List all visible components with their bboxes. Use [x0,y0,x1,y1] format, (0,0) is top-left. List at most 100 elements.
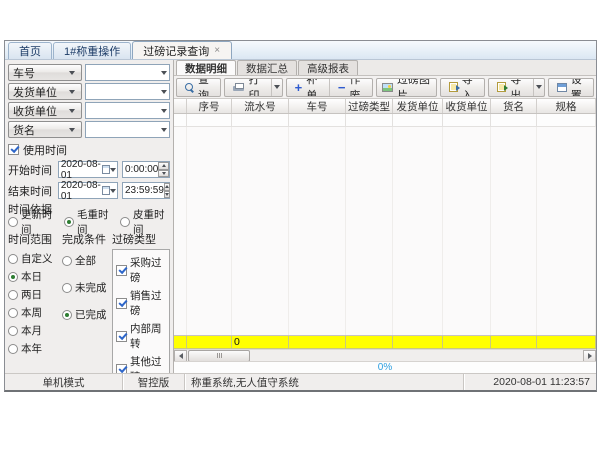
checkbox-other[interactable]: 其他过磅 [116,354,166,373]
shipper-field-dropdown[interactable]: 发货单位 [8,83,82,100]
settings-button-group: 设置 [548,78,594,97]
col-header-shipper[interactable]: 发货单位 [393,99,443,113]
import-button[interactable]: 导入 [441,79,484,96]
horizontal-scrollbar[interactable] [174,349,596,361]
col-header-serial[interactable]: 流水号 [232,99,289,113]
toolbar: 查询 打印 + 补单 − 作 [174,76,596,99]
filter-groups: 时间范围 自定义 本日 两日 本周 本月 本年 完成条件 全部 未完成 已完成 [8,231,170,373]
tab-data-detail[interactable]: 数据明细 [176,60,236,75]
spinner-arrows-icon[interactable] [158,162,169,177]
use-time-checkbox[interactable] [8,144,19,155]
goods-value-combo[interactable] [85,121,170,138]
print-button[interactable]: 打印 [225,79,271,96]
tab-data-summary[interactable]: 数据汇总 [237,60,297,75]
radio-this-month[interactable]: 本月 [8,323,62,338]
tab-record-query[interactable]: 过磅记录查询 × [132,41,232,59]
col-header-vehicle[interactable]: 车号 [289,99,346,113]
supplement-button[interactable]: + 补单 [287,79,329,96]
chevron-down-icon[interactable] [110,168,117,172]
radio-custom[interactable]: 自定义 [8,251,62,266]
start-date-picker[interactable]: 2020-08-01 [58,161,118,178]
radio-two-days[interactable]: 两日 [8,287,62,302]
checkbox-checked-icon [116,265,127,276]
void-button[interactable]: − 作废 [329,79,372,96]
shipper-value-combo[interactable] [85,83,170,100]
grid-header-row: 序号 流水号 车号 过磅类型 发货单位 收货单位 货名 规格 [174,99,596,114]
chevron-down-icon[interactable] [158,103,169,118]
receiver-field-dropdown[interactable]: 收货单位 [8,102,82,119]
tab-weighing-operation-label: 1#称重操作 [64,43,120,59]
radio-icon [8,254,18,264]
tab-record-query-label: 过磅记录查询 [143,43,209,59]
receiver-value-combo[interactable] [85,102,170,119]
image-icon [382,83,393,92]
col-header-goods[interactable]: 货名 [491,99,537,113]
vehicle-value-combo[interactable] [85,64,170,81]
radio-selected-icon [62,310,72,320]
col-header-seq[interactable]: 序号 [187,99,232,113]
vehicle-field-dropdown[interactable]: 车号 [8,64,82,81]
chevron-down-icon [66,84,77,99]
calendar-icon [102,165,110,174]
tab-home-label: 首页 [19,43,41,59]
close-icon[interactable]: × [213,46,221,56]
checkbox-sale[interactable]: 销售过磅 [116,288,166,318]
start-time-spinner[interactable]: 0:00:00 [122,161,170,178]
chevron-down-icon [66,122,77,137]
tab-advanced-report[interactable]: 高级报表 [298,60,358,75]
gear-icon [557,83,567,92]
print-dropdown-arrow[interactable] [271,79,282,96]
main-content: 车号 发货单位 收货单位 [5,60,596,373]
tab-home[interactable]: 首页 [8,42,52,59]
query-button[interactable]: 查询 [177,79,220,96]
radio-all[interactable]: 全部 [62,253,112,268]
chevron-down-icon[interactable] [158,84,169,99]
export-dropdown-arrow[interactable] [533,79,544,96]
radio-icon [8,308,18,318]
printer-icon [233,83,244,92]
filter-row-receiver: 收货单位 [8,102,170,119]
radio-unfinished[interactable]: 未完成 [62,280,112,295]
col-header-spec[interactable]: 规格 [537,99,596,113]
checkbox-checked-icon [116,364,127,374]
summary-selector-cell [174,336,187,349]
use-time-row: 使用时间 [8,143,170,156]
summary-seq-cell [187,336,232,349]
radio-icon [8,290,18,300]
chevron-down-icon[interactable] [110,189,117,193]
grid-body[interactable] [174,127,596,335]
status-mode: 单机模式 [5,374,123,390]
weigh-photos-button[interactable]: 过磅图片 [377,79,436,96]
app-window: 首页 1#称重操作 过磅记录查询 × 车号 [4,40,597,392]
chevron-down-icon[interactable] [158,122,169,137]
export-button[interactable]: 导出 [489,79,533,96]
radio-finished[interactable]: 已完成 [62,307,112,322]
search-icon [185,83,194,92]
chevron-down-icon[interactable] [158,65,169,80]
scroll-left-button[interactable] [174,350,187,362]
end-time-spinner[interactable]: 23:59:59 [122,182,170,199]
start-time-label: 开始时间 [8,162,55,178]
end-date-picker[interactable]: 2020-08-01 [58,182,118,199]
checkbox-purchase[interactable]: 采购过磅 [116,255,166,285]
checkbox-checked-icon [116,331,127,342]
export-icon [497,82,506,92]
scrollbar-thumb[interactable] [188,350,250,362]
checkbox-internal[interactable]: 内部周转 [116,321,166,351]
goods-field-dropdown[interactable]: 货名 [8,121,82,138]
scroll-right-button[interactable] [583,350,596,362]
status-version: 智控版 [123,374,185,390]
col-header-weigh-type[interactable]: 过磅类型 [346,99,393,113]
radio-today[interactable]: 本日 [8,269,62,284]
tab-weighing-operation[interactable]: 1#称重操作 [53,42,131,59]
spinner-arrows-icon[interactable] [164,183,170,198]
radio-this-week[interactable]: 本周 [8,305,62,320]
summary-count-cell: 0 [232,336,289,349]
filter-row-shipper: 发货单位 [8,83,170,100]
grid-summary-row: 0 [174,335,596,349]
use-time-label: 使用时间 [23,142,67,158]
settings-button[interactable]: 设置 [549,79,593,96]
radio-this-year[interactable]: 本年 [8,341,62,356]
col-header-receiver[interactable]: 收货单位 [443,99,491,113]
end-time-label: 结束时间 [8,183,55,199]
